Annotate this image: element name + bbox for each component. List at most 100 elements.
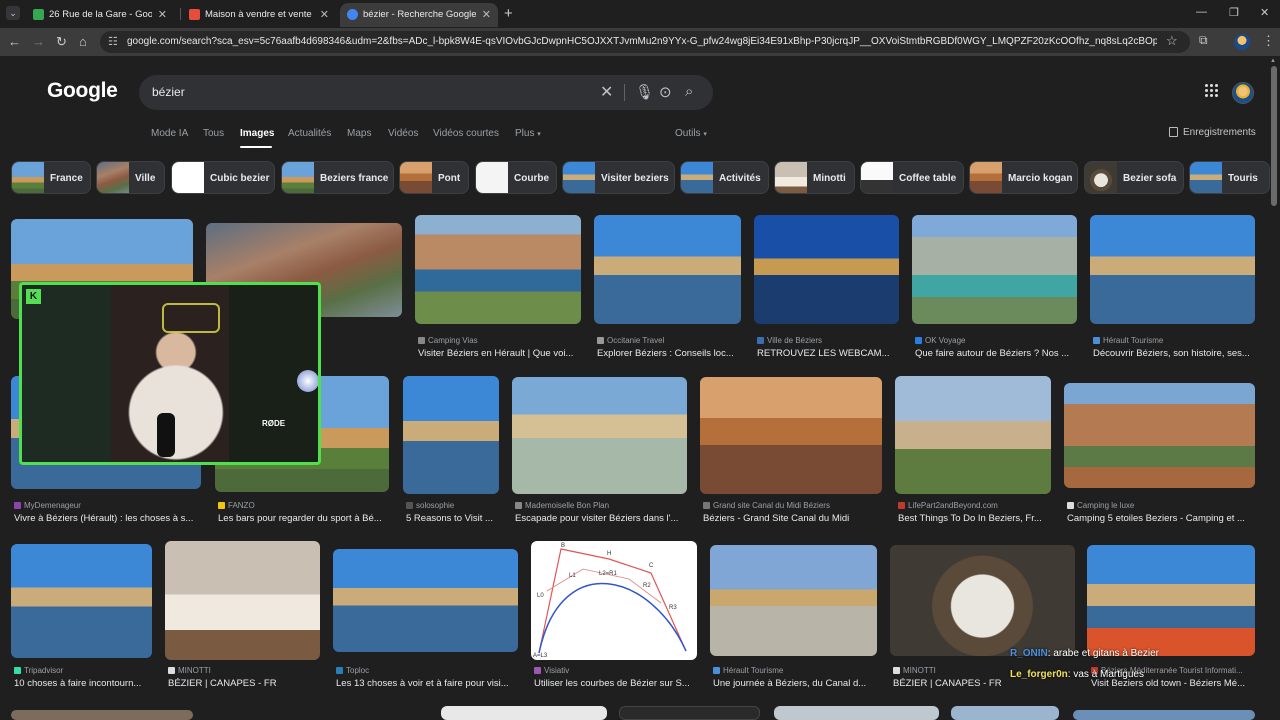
tab-mode-ia[interactable]: Mode IA	[151, 128, 188, 139]
search-input[interactable]: bézier	[152, 85, 185, 99]
result-source[interactable]: Camping le luxe	[1067, 501, 1255, 510]
result-title[interactable]: Camping 5 etoiles Beziers - Camping et .…	[1067, 513, 1255, 524]
result-image[interactable]	[403, 376, 499, 494]
chip-activites[interactable]: Activités	[680, 161, 769, 194]
account-avatar[interactable]	[1232, 82, 1254, 104]
tab-google-maps[interactable]: 26 Rue de la Gare - Google Maps ✕	[26, 3, 174, 27]
browser-profile-avatar[interactable]	[1234, 34, 1250, 50]
page-scrollbar[interactable]	[1271, 66, 1277, 206]
result-image[interactable]	[1087, 545, 1255, 656]
forward-arrow-icon[interactable]: →	[32, 34, 45, 49]
result-title[interactable]: BÉZIER | CANAPES - FR	[893, 678, 1003, 689]
result-source[interactable]: solosophie	[406, 501, 502, 510]
result-image[interactable]	[774, 706, 939, 720]
result-title[interactable]: Que faire autour de Béziers ? Nos ...	[915, 348, 1080, 359]
new-tab-plus-icon[interactable]: +	[504, 5, 513, 22]
close-tab-icon[interactable]: ✕	[482, 8, 491, 21]
result-image[interactable]	[710, 545, 877, 656]
result-source[interactable]: Toploc	[336, 666, 518, 675]
chip-ville[interactable]: Ville	[96, 161, 165, 194]
result-source[interactable]: MyDemenageur	[14, 501, 204, 510]
chip-minotti[interactable]: Minotti	[774, 161, 855, 194]
result-source[interactable]: OK Voyage	[915, 336, 1080, 345]
result-source[interactable]: Hérault Tourisme	[713, 666, 877, 675]
site-info-icon[interactable]: ☷	[108, 35, 118, 48]
address-bar[interactable]: ☷ google.com/search?sca_esv=5c76aafb4d69…	[100, 31, 1190, 53]
result-title[interactable]: 5 Reasons to Visit ...	[406, 513, 502, 524]
scroll-up-icon[interactable]: ▲	[1270, 58, 1276, 64]
back-arrow-icon[interactable]: ←	[8, 34, 21, 49]
saved-images-link[interactable]: Enregistrements	[1183, 127, 1256, 138]
chip-visiter-beziers[interactable]: Visiter beziers	[562, 161, 675, 194]
result-image[interactable]	[700, 377, 882, 494]
tab-maps[interactable]: Maps	[347, 128, 371, 139]
restore-icon[interactable]: ❐	[1229, 6, 1239, 19]
result-title[interactable]: 10 choses à faire incontourn...	[14, 678, 155, 689]
bezier-curve-diagram[interactable]: B H C L1 L2=R1 R2 L0 R3 A=L3	[531, 541, 697, 660]
result-image[interactable]	[1073, 710, 1255, 720]
result-image[interactable]	[895, 376, 1051, 494]
lens-search-icon[interactable]: ⊙	[659, 83, 672, 101]
result-title[interactable]: Utiliser les courbes de Bézier sur S...	[534, 678, 697, 689]
result-title[interactable]: Best Things To Do In Beziers, Fr...	[898, 513, 1054, 524]
close-tab-icon[interactable]: ✕	[320, 8, 329, 21]
result-image[interactable]	[11, 544, 152, 658]
result-source[interactable]: Hérault Tourisme	[1093, 336, 1258, 345]
result-title[interactable]: Une journée à Béziers, du Canal d...	[713, 678, 877, 689]
result-source[interactable]: LifePart2andBeyond.com	[898, 501, 1054, 510]
result-title[interactable]: Béziers - Grand Site Canal du Midi	[703, 513, 885, 524]
result-title[interactable]: Découvrir Béziers, son histoire, ses...	[1093, 348, 1255, 359]
result-image[interactable]	[333, 549, 518, 652]
google-logo[interactable]: Google	[47, 79, 118, 103]
tab-videos-courtes[interactable]: Vidéos courtes	[433, 128, 499, 139]
chip-courbe[interactable]: Courbe	[475, 161, 557, 194]
home-icon[interactable]: ⌂	[79, 34, 87, 49]
reload-icon[interactable]: ↻	[56, 34, 67, 50]
result-image[interactable]	[619, 706, 760, 720]
result-source[interactable]: Mademoiselle Bon Plan	[515, 501, 687, 510]
result-image[interactable]	[512, 377, 687, 494]
tab-real-estate[interactable]: Maison à vendre et vente appar ✕	[182, 3, 336, 27]
result-image[interactable]	[594, 215, 741, 324]
tab-plus[interactable]: Plus ▾	[515, 128, 541, 139]
tab-videos[interactable]: Vidéos	[388, 128, 418, 139]
result-image[interactable]	[754, 215, 899, 324]
tab-search-icon[interactable]: ⌄	[6, 6, 20, 20]
result-source[interactable]: MINOTTI	[168, 666, 323, 675]
voice-search-icon[interactable]: 🎙	[635, 83, 654, 101]
result-title[interactable]: Vivre à Béziers (Hérault) : les choses à…	[14, 513, 204, 524]
chip-beziers-france[interactable]: Beziers france	[281, 161, 394, 194]
search-box[interactable]: bézier ✕ 🎙 ⊙ ⌕	[139, 75, 713, 110]
bookmark-star-icon[interactable]: ☆	[1166, 33, 1178, 49]
result-image[interactable]	[912, 215, 1077, 324]
result-image[interactable]	[951, 706, 1059, 720]
result-source[interactable]: Grand site Canal du Midi Béziers	[703, 501, 885, 510]
result-title[interactable]: Les 13 choses à voir et à faire pour vis…	[336, 678, 518, 689]
close-tab-icon[interactable]: ✕	[158, 8, 167, 21]
tools-button[interactable]: Outils ▾	[675, 128, 707, 139]
tab-actualites[interactable]: Actualités	[288, 128, 331, 139]
result-source[interactable]: Occitanie Travel	[597, 336, 742, 345]
tab-tous[interactable]: Tous	[203, 128, 224, 139]
result-image[interactable]	[415, 215, 581, 324]
result-title[interactable]: Visiter Béziers en Hérault | Que voi...	[418, 348, 583, 359]
result-image[interactable]	[11, 710, 193, 720]
extensions-icon[interactable]: ⧉	[1199, 33, 1208, 48]
result-source[interactable]: Tripadvisor	[14, 666, 155, 675]
chip-tourisme[interactable]: Touris	[1189, 161, 1270, 194]
result-image[interactable]	[1090, 215, 1255, 324]
result-source[interactable]: Visiativ	[534, 666, 697, 675]
google-apps-icon[interactable]	[1205, 84, 1219, 98]
result-image[interactable]	[890, 545, 1075, 656]
chip-bezier-sofa[interactable]: Bezier sofa	[1084, 161, 1184, 194]
result-title[interactable]: Escapade pour visiter Béziers dans l'...	[515, 513, 687, 524]
minimize-icon[interactable]: —	[1196, 6, 1207, 18]
tab-google-search[interactable]: bézier - Recherche Google ✕	[340, 3, 498, 27]
chip-coffee-table[interactable]: Coffee table	[860, 161, 964, 194]
tab-images[interactable]: Images	[240, 128, 274, 139]
result-title[interactable]: Les bars pour regarder du sport à Bé...	[218, 513, 392, 524]
result-image[interactable]	[1064, 383, 1255, 488]
result-title[interactable]: BÉZIER | CANAPES - FR	[168, 678, 323, 689]
result-image[interactable]	[441, 706, 607, 720]
result-image[interactable]	[165, 541, 320, 660]
